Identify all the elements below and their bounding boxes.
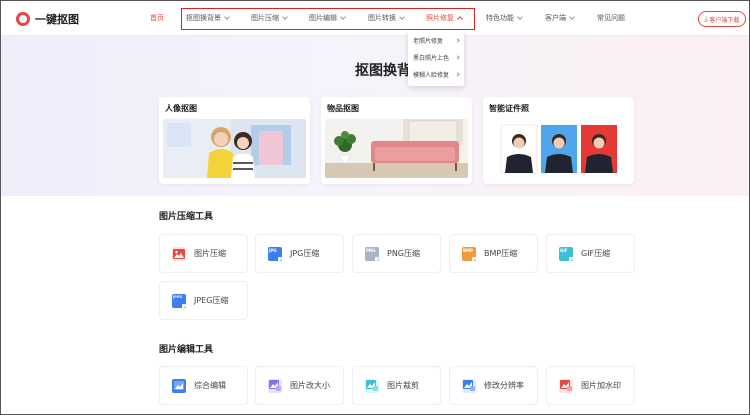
tool-label: GIF压缩 [581, 249, 611, 258]
card-portrait-cutout[interactable]: 人像抠图 [159, 97, 310, 184]
tool-label: 图片改大小 [290, 381, 330, 390]
card-title: 物品抠图 [327, 104, 359, 113]
dropdown-item-old-photo[interactable]: 老照片修复 [413, 36, 463, 45]
chevron-down-icon [517, 14, 523, 20]
edit-image-icon [172, 378, 186, 393]
nav-faq[interactable]: 常见问题 [597, 13, 625, 23]
dropdown-item-face-restore[interactable]: 模糊人脸修复 [413, 70, 463, 79]
tool-label: PNG压缩 [387, 249, 421, 258]
card-title: 智能证件照 [489, 104, 529, 113]
nav-label: 常见问题 [597, 14, 625, 22]
watermark-icon [559, 378, 573, 393]
tool-watermark[interactable]: 图片加水印 [546, 366, 635, 405]
dropdown-label: 老照片修复 [413, 38, 444, 45]
bmp-file-icon: BMP ⇣ [462, 246, 478, 263]
dropdown-label: 模糊人脸修复 [413, 72, 450, 79]
nav-label: 特色功能 [486, 14, 514, 22]
icon-tag: JPEG [173, 294, 183, 299]
portrait-image [163, 119, 306, 178]
tool-label: 综合编辑 [194, 381, 226, 390]
tool-gif-compress[interactable]: GIF ⇣ GIF压缩 [546, 234, 635, 273]
tool-bmp-compress[interactable]: BMP ⇣ BMP压缩 [449, 234, 538, 273]
tool-jpg-compress[interactable]: JPG ⇣ JPG压缩 [255, 234, 344, 273]
chevron-right-icon [455, 72, 460, 77]
tool-label: JPG压缩 [290, 249, 320, 258]
top-header: 一键抠图 首页 抠图换背景 图片压缩 图片编辑 图片转换 照片修复 特色功能 客… [0, 0, 750, 36]
section-title-compress: 图片压缩工具 [159, 212, 214, 222]
tool-png-compress[interactable]: PNG ⇣ PNG压缩 [352, 234, 441, 273]
id-photo-image [487, 119, 630, 178]
dropdown-label: 黑白照片上色 [413, 55, 450, 62]
icon-tag: GIF [560, 247, 568, 253]
jpg-file-icon: JPG ⇣ [268, 246, 284, 263]
dropdown-item-colorize[interactable]: 黑白照片上色 [413, 53, 463, 62]
image-icon [172, 246, 186, 261]
nav-special-features[interactable]: 特色功能 [486, 13, 523, 23]
tool-image-compress[interactable]: 图片压缩 [159, 234, 248, 273]
tool-label: 图片压缩 [194, 249, 226, 258]
compress-badge-icon: ⇣ [375, 256, 381, 263]
tool-label: 图片加水印 [581, 381, 621, 390]
logo-icon [16, 12, 30, 26]
tool-resolution[interactable]: 修改分辨率 [449, 366, 538, 405]
nav-label: 客户端 [545, 14, 566, 22]
section-title-edit: 图片编辑工具 [159, 345, 214, 355]
compress-badge-icon: ⇣ [278, 256, 284, 263]
photo-restore-dropdown: 老照片修复 黑白照片上色 模糊人脸修复 [408, 30, 464, 86]
compress-badge-icon: ⇣ [182, 303, 188, 310]
chevron-down-icon [569, 14, 575, 20]
chevron-right-icon [455, 38, 460, 43]
tool-resize[interactable]: 图片改大小 [255, 366, 344, 405]
icon-tag: BMP [463, 247, 473, 253]
download-icon: ⤓ [704, 14, 708, 23]
gif-file-icon: GIF ⇣ [559, 246, 575, 263]
nav-home[interactable]: 首页 [150, 13, 164, 23]
logo[interactable]: 一键抠图 [16, 11, 79, 27]
tool-label: BMP压缩 [484, 249, 518, 258]
icon-tag: PNG [366, 247, 376, 253]
compress-badge-icon: ⇣ [472, 256, 478, 263]
tool-label: JPEG压缩 [194, 296, 229, 305]
card-id-photo[interactable]: 智能证件照 [483, 97, 634, 184]
tool-label: 图片裁剪 [387, 381, 419, 390]
resolution-icon [462, 378, 476, 393]
card-title: 人像抠图 [165, 104, 197, 113]
png-file-icon: PNG ⇣ [365, 246, 381, 263]
nav-highlight-box [181, 8, 475, 30]
tool-comprehensive-edit[interactable]: 综合编辑 [159, 366, 248, 405]
logo-text: 一键抠图 [35, 13, 79, 26]
tool-label: 修改分辨率 [484, 381, 524, 390]
nav-client[interactable]: 客户端 [545, 13, 575, 23]
compress-badge-icon: ⇣ [569, 256, 575, 263]
resize-icon [268, 378, 282, 393]
card-object-cutout[interactable]: 物品抠图 [321, 97, 472, 184]
hero-title: 抠图换背 [355, 63, 411, 79]
nav-label: 首页 [150, 14, 164, 22]
tool-crop[interactable]: 图片裁剪 [352, 366, 441, 405]
object-image [325, 119, 468, 178]
icon-tag: JPG [269, 247, 277, 253]
chevron-right-icon [455, 55, 460, 60]
jpeg-file-icon: JPEG ⇣ [172, 293, 188, 310]
client-download-button[interactable]: ⤓ 客户端下载 [698, 11, 746, 27]
crop-icon [365, 378, 379, 393]
download-label: 客户端下载 [709, 16, 740, 24]
tool-jpeg-compress[interactable]: JPEG ⇣ JPEG压缩 [159, 281, 248, 320]
